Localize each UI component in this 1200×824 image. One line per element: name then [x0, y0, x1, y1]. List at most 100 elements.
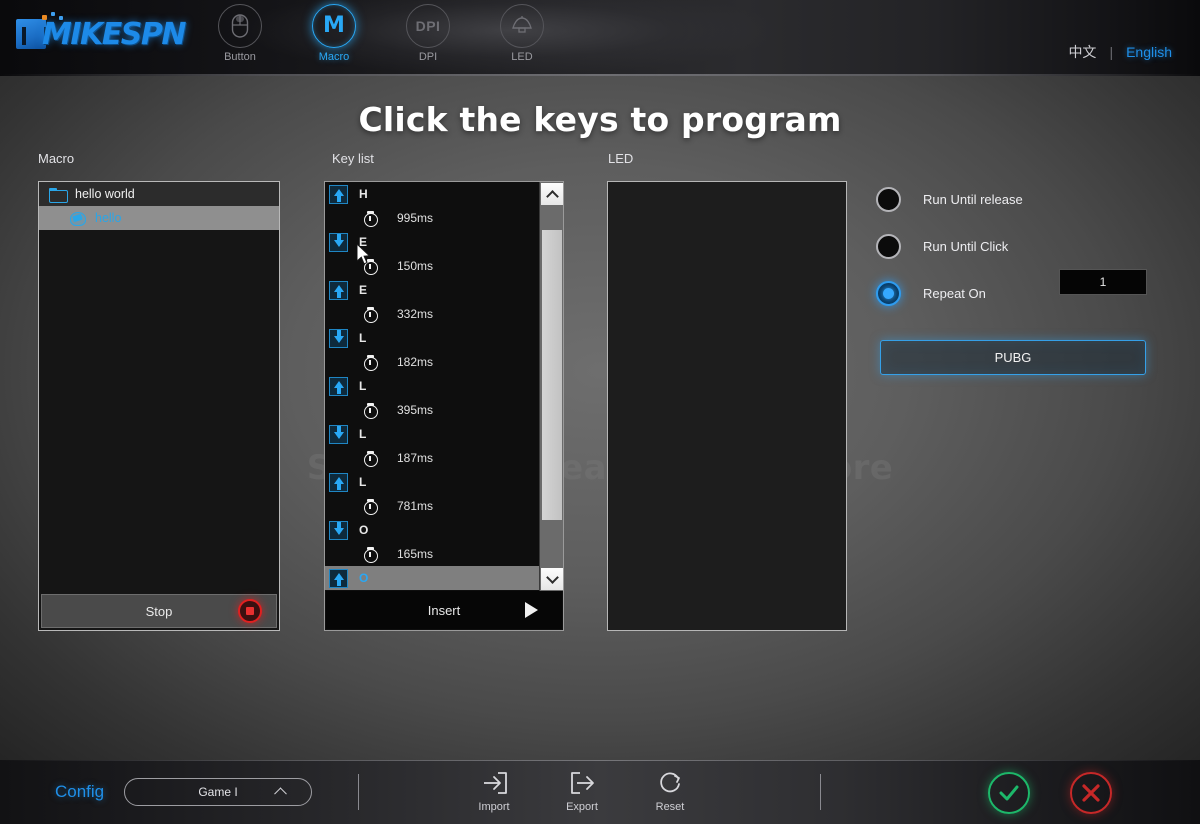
reset-button[interactable]: Reset	[646, 769, 694, 813]
import-button[interactable]: Import	[470, 769, 518, 813]
nav-item-led[interactable]: LED	[475, 4, 569, 63]
record-stop-button[interactable]	[238, 599, 262, 623]
x-circle-icon[interactable]	[1070, 772, 1112, 814]
keylist-delay-value: 187ms	[397, 451, 434, 465]
radio-run-until-click[interactable]	[876, 234, 901, 259]
keylist-delay-value: 182ms	[397, 355, 434, 369]
play-triangle-icon[interactable]	[525, 602, 538, 618]
chevron-down-icon[interactable]	[541, 568, 563, 590]
reset-circle-icon	[655, 769, 685, 797]
keylist-scrollbar[interactable]	[539, 182, 563, 591]
keylist-key-row[interactable]: L	[325, 470, 540, 494]
keylist-delay-value: 150ms	[397, 259, 434, 273]
export-button[interactable]: Export	[558, 769, 606, 813]
timer-icon	[363, 210, 378, 227]
arrow-down-icon	[329, 520, 348, 540]
config-select[interactable]: Game I	[124, 778, 312, 806]
dpi-icon: DPI	[406, 4, 450, 48]
keylist-key-char: L	[359, 379, 367, 393]
keylist-key-char: L	[359, 475, 367, 489]
keylist-delay-value: 395ms	[397, 403, 434, 417]
macro-m-glyph: M	[323, 13, 345, 38]
option-run-until-click[interactable]: Run Until Click	[876, 223, 1166, 270]
keylist-key-row[interactable]: H	[325, 182, 540, 206]
keylist-delay-row[interactable]: 182ms	[325, 350, 540, 374]
scrollbar-thumb[interactable]	[542, 230, 562, 520]
keylist-key-char: E	[359, 283, 368, 297]
language-switcher: 中文 | English	[1068, 42, 1172, 62]
keylist-delay-row[interactable]: 995ms	[325, 206, 540, 230]
keylist-delay-row[interactable]: 395ms	[325, 398, 540, 422]
keylist-key-row[interactable]: E	[325, 278, 540, 302]
chevron-up-icon[interactable]	[541, 183, 563, 205]
footer-separator-right	[820, 774, 821, 810]
option-label-run-until-click: Run Until Click	[923, 239, 1009, 254]
timer-icon	[363, 306, 378, 323]
timer-icon	[363, 354, 378, 371]
radio-run-until-release[interactable]	[876, 187, 901, 212]
app-window: MIKESPN Button M Macro DPI DPI LED 中文 | …	[0, 0, 1200, 824]
nav-item-button[interactable]: Button	[193, 4, 287, 63]
timer-icon	[363, 498, 378, 515]
arrow-down-icon	[329, 328, 348, 348]
keylist-key-row[interactable]: L	[325, 422, 540, 446]
footer-tools: Import Export Reset	[470, 769, 694, 813]
nav-item-macro[interactable]: M Macro	[287, 4, 381, 63]
radio-repeat-on[interactable]	[876, 281, 901, 306]
import-arrow-icon	[479, 769, 509, 797]
macro-item-row[interactable]: hello	[39, 206, 279, 230]
keylist-section-label: Key list	[332, 151, 374, 166]
keylist-delay-row[interactable]: 332ms	[325, 302, 540, 326]
dpi-glyph: DPI	[415, 18, 441, 34]
keylist-key-row[interactable]: O	[325, 566, 540, 590]
keylist-key-row[interactable]: L	[325, 374, 540, 398]
keylist-key-row[interactable]: L	[325, 326, 540, 350]
option-run-until-release[interactable]: Run Until release	[876, 176, 1166, 223]
timer-icon	[363, 258, 378, 275]
arrow-up-icon	[329, 184, 348, 204]
macro-m-icon: M	[312, 4, 356, 48]
logo-wordmark: MIKESPN	[42, 17, 186, 52]
keylist-key-row[interactable]: E	[325, 230, 540, 254]
insert-label: Insert	[427, 602, 461, 618]
arrow-up-icon	[329, 568, 348, 588]
keylist-key-char: L	[359, 331, 367, 345]
timer-icon	[363, 546, 378, 563]
nav-label-button: Button	[224, 51, 256, 63]
arrow-down-icon	[329, 232, 348, 252]
chevron-up-icon[interactable]	[274, 787, 287, 801]
macro-folder-row[interactable]: hello world	[39, 182, 279, 206]
macro-stop-bar[interactable]: Stop	[41, 594, 277, 628]
led-preview-panel[interactable]	[607, 181, 847, 631]
repeat-count-input[interactable]	[1059, 269, 1147, 295]
page-title: Click the keys to program	[358, 100, 842, 139]
macro-tree-label: hello	[95, 211, 122, 225]
keylist-key-char: O	[359, 571, 369, 585]
language-separator: |	[1109, 44, 1114, 60]
keylist-delay-row[interactable]: 187ms	[325, 446, 540, 470]
main-nav: Button M Macro DPI DPI LED	[193, 4, 569, 63]
check-circle-icon[interactable]	[988, 772, 1030, 814]
timer-icon	[363, 450, 378, 467]
keylist-delay-row[interactable]: 165ms	[325, 542, 540, 566]
arrow-down-icon	[329, 424, 348, 444]
language-chinese[interactable]: 中文	[1068, 42, 1096, 62]
timer-icon	[363, 402, 378, 419]
macro-section-label: Macro	[38, 151, 75, 166]
keylist-key-char: O	[359, 523, 369, 537]
keylist-key-char: L	[359, 427, 367, 441]
macro-tree-label: hello world	[75, 187, 135, 201]
keylist-delay-row[interactable]: 781ms	[325, 494, 540, 518]
arrow-up-icon	[329, 280, 348, 300]
profile-pubg-button[interactable]: PUBG	[880, 340, 1146, 375]
nav-label-dpi: DPI	[418, 51, 438, 63]
insert-button[interactable]: Insert	[326, 591, 562, 629]
keylist-delay-value: 781ms	[397, 499, 434, 513]
nav-item-dpi[interactable]: DPI DPI	[381, 4, 475, 63]
nav-label-macro: Macro	[318, 51, 350, 63]
keylist-delay-row[interactable]: 150ms	[325, 254, 540, 278]
keylist-key-row[interactable]: O	[325, 518, 540, 542]
app-header: MIKESPN Button M Macro DPI DPI LED 中文 | …	[0, 0, 1200, 76]
config-label: Config	[55, 782, 105, 801]
language-english[interactable]: English	[1126, 44, 1172, 60]
